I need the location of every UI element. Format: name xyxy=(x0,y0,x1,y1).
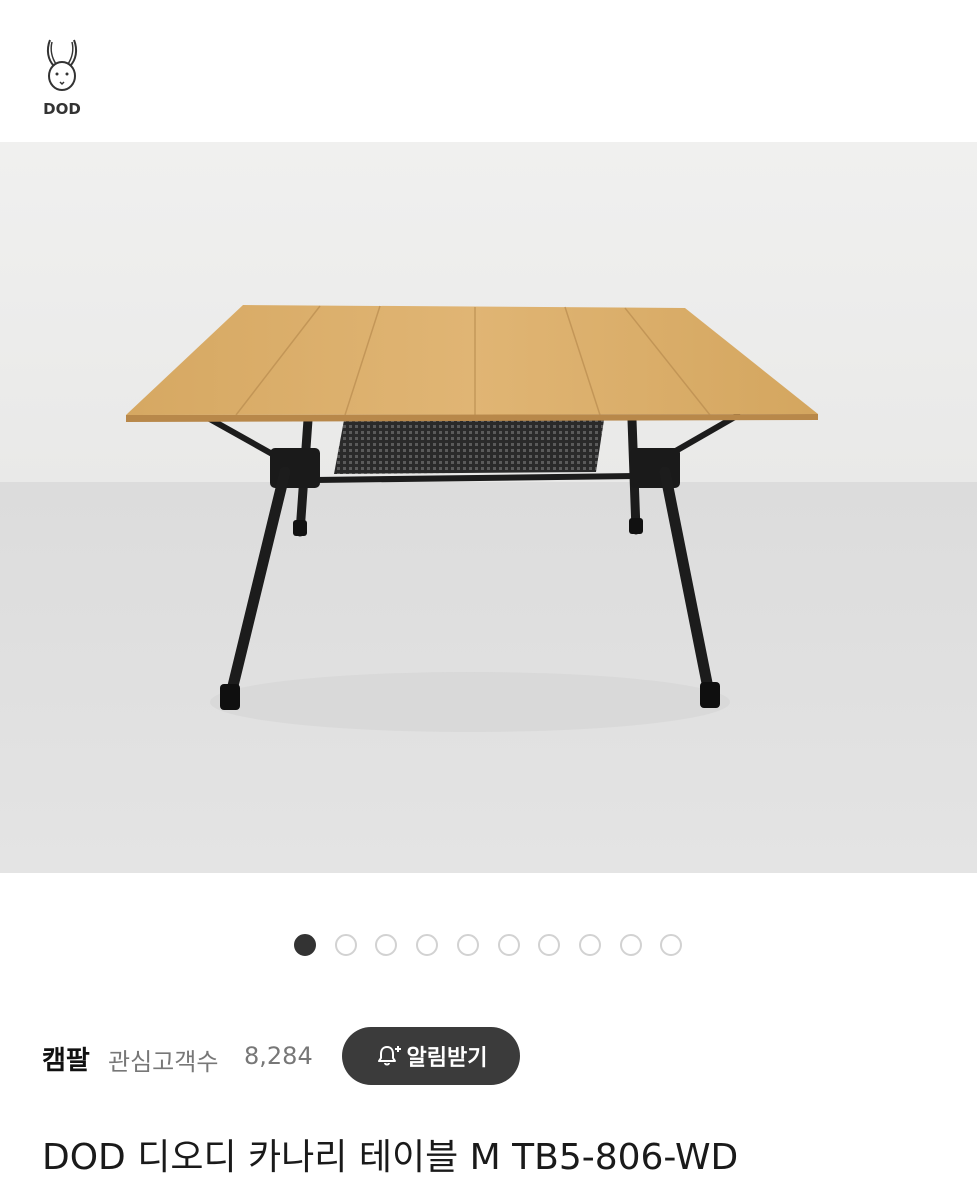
gallery-dot[interactable] xyxy=(660,934,683,956)
bell-plus-icon xyxy=(377,1046,401,1066)
rabbit-logo-icon: DOD xyxy=(43,39,81,118)
seller-row: 캠팔 관심고객수 8,284 알림받기 xyxy=(42,1026,942,1086)
gallery-dot[interactable] xyxy=(578,934,601,956)
product-title: DOD 디오디 카나리 테이블 M TB5-806-WD xyxy=(42,1137,739,1178)
logo-text: DOD xyxy=(43,100,81,118)
gallery-dot[interactable] xyxy=(334,934,357,956)
gallery-dot[interactable] xyxy=(375,934,398,956)
alarm-button-label: 알림받기 xyxy=(406,1046,488,1071)
gallery-pagination xyxy=(0,934,977,960)
followers-count: 8,284 xyxy=(244,1042,313,1070)
alarm-subscribe-button[interactable]: 알림받기 xyxy=(342,1027,520,1085)
gallery-dot[interactable] xyxy=(538,934,561,956)
gallery-dot[interactable] xyxy=(619,934,642,956)
followers-label: 관심고객수 xyxy=(108,1048,219,1076)
brand-header: DOD xyxy=(0,0,977,142)
gallery-dot[interactable] xyxy=(497,934,520,956)
seller-name[interactable]: 캠팔 xyxy=(42,1040,90,1077)
gallery-dot[interactable] xyxy=(294,934,316,956)
product-image[interactable] xyxy=(0,142,977,873)
gallery-dot[interactable] xyxy=(456,934,479,956)
gallery-dot[interactable] xyxy=(416,934,439,956)
